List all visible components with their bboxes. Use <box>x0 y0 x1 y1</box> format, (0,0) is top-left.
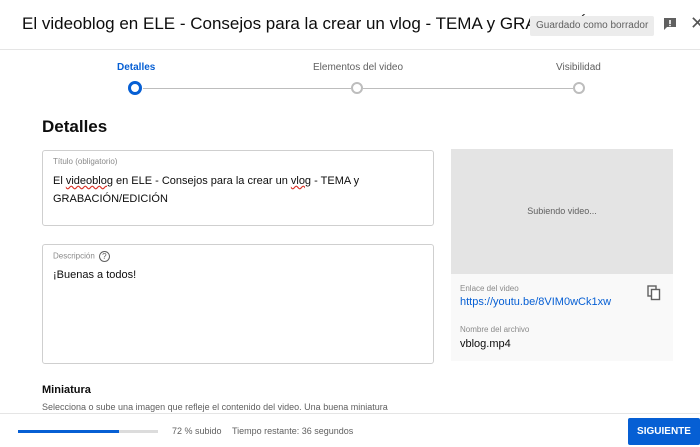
next-button[interactable]: SIGUIENTE <box>628 418 700 445</box>
help-icon[interactable]: ? <box>98 251 110 262</box>
step-visibility-dot[interactable] <box>573 82 585 94</box>
title-field-label: Título (obligatorio) <box>53 157 118 166</box>
description-label-text: Descripción <box>53 251 95 261</box>
step-details-dot[interactable] <box>128 81 142 95</box>
upload-progress-fill <box>18 430 119 433</box>
time-remaining-text: Tiempo restante: 36 segundos <box>232 426 354 436</box>
title-text-part: El <box>53 175 66 187</box>
details-heading: Detalles <box>42 117 108 136</box>
page-title: El videoblog en ELE - Consejos para la c… <box>22 14 604 33</box>
video-preview-screen: Subiendo video... <box>451 149 673 274</box>
step-visibility-label[interactable]: Visibilidad <box>556 62 601 73</box>
title-text-misspelled: vlog <box>290 175 312 187</box>
uploading-status: Subiendo video... <box>527 206 597 216</box>
file-name-value: vblog.mp4 <box>460 338 511 350</box>
video-link[interactable]: https://youtu.be/8VIM0wCk1xw <box>460 296 611 308</box>
upload-stepper: Detalles Elementos del video Visibilidad <box>0 50 700 100</box>
title-text-line2: GRABACIÓN/EDICIÓN <box>53 193 168 205</box>
upload-progress-text: 72 % subido <box>172 426 222 436</box>
title-text-misspelled: videoblog <box>65 175 113 187</box>
title-field-value[interactable]: El videoblog en ELE - Consejos para la c… <box>53 172 423 208</box>
description-field-label: Descripción? <box>53 251 110 262</box>
step-connector <box>363 88 573 89</box>
draft-status-badge: Guardado como borrador <box>530 16 655 36</box>
thumbnail-description: Selecciona o sube una imagen que refleje… <box>42 402 388 412</box>
description-field-value[interactable]: ¡Buenas a todos! <box>53 266 136 284</box>
description-field[interactable]: Descripción? ¡Buenas a todos! <box>42 244 434 364</box>
app-header: El videoblog en ELE - Consejos para la c… <box>0 0 700 50</box>
file-name-label: Nombre del archivo <box>460 325 530 334</box>
thumbnail-heading: Miniatura <box>42 384 91 396</box>
copy-icon[interactable] <box>647 285 661 301</box>
feedback-icon[interactable] <box>662 16 678 32</box>
step-video-elements-label[interactable]: Elementos del video <box>313 62 403 73</box>
step-video-elements-dot[interactable] <box>351 82 363 94</box>
video-link-label: Enlace del video <box>460 284 519 293</box>
step-connector <box>143 88 351 89</box>
title-field[interactable]: Título (obligatorio) El videoblog en ELE… <box>42 150 434 226</box>
step-details-label[interactable]: Detalles <box>117 62 155 73</box>
upload-footer: 72 % subido Tiempo restante: 36 segundos <box>0 413 700 447</box>
title-text-part: en ELE - Consejos para la crear un <box>112 175 291 187</box>
upload-progress-bar <box>18 430 158 433</box>
title-text-part: - TEMA y <box>311 175 360 187</box>
video-preview-panel: Subiendo video... Enlace del video https… <box>451 149 673 361</box>
close-icon[interactable]: ✕ <box>690 14 700 32</box>
